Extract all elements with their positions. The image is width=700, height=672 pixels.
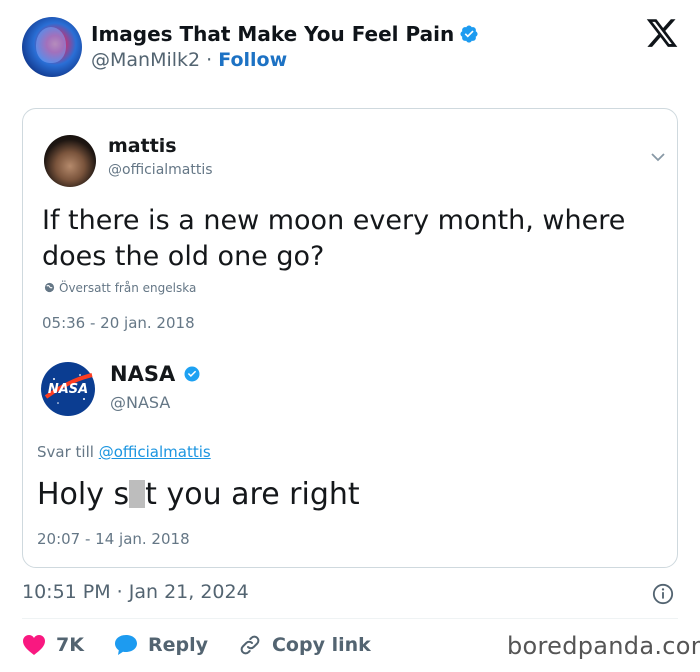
separator-dot: · xyxy=(206,49,213,71)
reply-bubble-icon xyxy=(114,635,137,655)
mattis-name: mattis xyxy=(108,135,177,157)
tweet-line-2: does the old one go? xyxy=(42,241,325,272)
link-icon xyxy=(240,635,260,655)
author-handle-line: @ManMilk2 · Follow xyxy=(91,49,287,71)
translated-label: Översatt från engelska xyxy=(59,281,197,295)
author-name-text[interactable]: Images That Make You Feel Pain xyxy=(91,22,454,46)
reply-label: Reply xyxy=(147,634,208,656)
nasa-name: NASA xyxy=(110,362,201,386)
nasa-handle: @NASA xyxy=(110,393,171,412)
tweet-line-1: If there is a new moon every month, wher… xyxy=(42,205,626,236)
author-handle[interactable]: @ManMilk2 xyxy=(91,49,200,71)
reply-to-line: Svar till @officialmattis xyxy=(37,443,211,461)
reply-to-handle: @officialmattis xyxy=(98,443,211,461)
divider xyxy=(22,618,678,619)
reply-text-end: t you are right xyxy=(145,477,360,512)
nasa-name-text: NASA xyxy=(110,362,176,386)
nasa-logo: NASA xyxy=(41,362,95,416)
follow-button[interactable]: Follow xyxy=(218,49,287,71)
heart-icon xyxy=(23,635,45,655)
verified-badge-icon xyxy=(460,25,478,43)
copy-link-label: Copy link xyxy=(271,634,371,656)
nasa-reply-text: Holy s t you are right xyxy=(37,477,360,512)
reply-button[interactable]: Reply xyxy=(114,634,208,656)
like-count: 7K xyxy=(56,634,84,656)
info-icon[interactable] xyxy=(652,583,674,605)
post-timestamp[interactable]: 10:51 PM · Jan 21, 2024 xyxy=(22,581,249,603)
action-bar: 7K Reply Copy link xyxy=(22,630,401,660)
censor-blur xyxy=(129,480,146,508)
mattis-tweet-text: If there is a new moon every month, wher… xyxy=(42,203,652,275)
nasa-logo-text: NASA xyxy=(48,382,88,397)
nasa-timestamp: 20:07 - 14 jan. 2018 xyxy=(37,530,190,548)
boredpanda-watermark: boredpanda.com xyxy=(507,632,700,660)
translated-note: Översatt från engelska xyxy=(44,281,196,295)
x-logo-icon[interactable] xyxy=(645,16,679,50)
author-avatar[interactable] xyxy=(22,17,82,77)
like-button[interactable]: 7K xyxy=(22,634,84,656)
mattis-timestamp: 05:36 - 20 jan. 2018 xyxy=(42,314,195,332)
globe-icon xyxy=(44,282,55,293)
verified-badge-icon xyxy=(184,366,200,382)
author-name[interactable]: Images That Make You Feel Pain xyxy=(91,22,479,46)
reply-to-prefix: Svar till xyxy=(37,443,94,461)
mattis-handle: @officialmattis xyxy=(108,162,213,178)
reply-text-start: Holy s xyxy=(37,477,130,512)
copy-link-button[interactable]: Copy link xyxy=(238,633,371,657)
mattis-avatar xyxy=(44,135,96,187)
chevron-down-icon xyxy=(651,153,665,162)
